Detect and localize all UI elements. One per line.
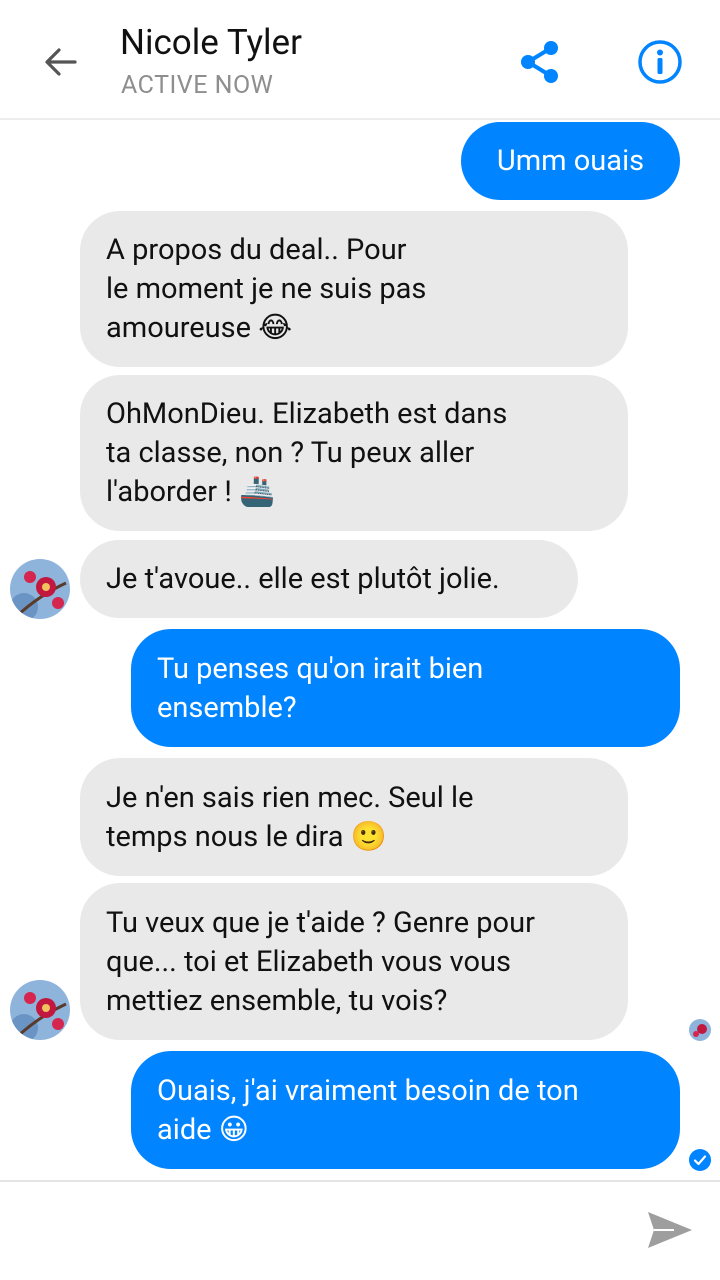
message-line: amoureuse 😂 <box>106 311 293 345</box>
message-line: mettiez ensemble, tu vois? <box>106 984 448 1018</box>
contact-name[interactable]: Nicole Tyler <box>120 22 302 63</box>
message-line: Je n'en sais rien mec. Seul le <box>106 781 474 815</box>
message-line: aide 😀 <box>157 1113 249 1147</box>
message-bubble-outgoing[interactable]: Ouais, j'ai vraiment besoin de ton aide … <box>131 1051 680 1169</box>
message-line: l'aborder ! 🚢 <box>106 475 276 509</box>
message-line: Je t'avoue.. elle est plutôt jolie. <box>106 561 500 596</box>
seen-avatar-indicator <box>689 1019 711 1041</box>
info-icon <box>638 40 682 84</box>
message-bubble-incoming[interactable]: Je t'avoue.. elle est plutôt jolie. <box>80 540 578 618</box>
message-line: le moment je ne suis pas <box>106 272 427 306</box>
message-bubble-incoming[interactable]: A propos du deal.. Pour le moment je ne … <box>80 211 628 367</box>
message-line: temps nous le dira 🙂 <box>106 820 387 854</box>
message-bubble-outgoing[interactable]: Tu penses qu'on irait bien ensemble? <box>131 629 680 747</box>
message-text: Umm ouais <box>496 143 645 178</box>
message-line: OhMonDieu. Elizabeth est dans <box>106 397 508 431</box>
send-button[interactable] <box>640 1204 700 1256</box>
send-icon <box>648 1212 692 1248</box>
back-arrow-icon <box>45 48 77 76</box>
back-button[interactable] <box>36 38 84 86</box>
message-line: ta classe, non ? Tu peux aller <box>106 436 475 470</box>
flower-avatar-image <box>10 980 70 1040</box>
share-button[interactable] <box>514 36 566 88</box>
message-line: Ouais, j'ai vraiment besoin de ton <box>157 1074 579 1108</box>
message-bubble-incoming[interactable]: OhMonDieu. Elizabeth est dans ta classe,… <box>80 375 628 531</box>
chat-header: Nicole Tyler ACTIVE NOW <box>0 0 720 120</box>
flower-avatar-image <box>10 559 70 619</box>
info-button[interactable] <box>634 36 686 88</box>
message-bubble-incoming[interactable]: Je n'en sais rien mec. Seul le temps nou… <box>80 758 628 876</box>
message-composer[interactable] <box>0 1180 720 1280</box>
delivered-check-icon <box>689 1149 711 1171</box>
contact-avatar[interactable] <box>10 980 70 1040</box>
message-line: A propos du deal.. Pour <box>106 233 407 267</box>
message-line: ensemble? <box>157 691 297 725</box>
message-bubble-incoming[interactable]: Tu veux que je t'aide ? Genre pour que..… <box>80 883 628 1040</box>
message-bubble-outgoing[interactable]: Umm ouais <box>461 122 680 200</box>
active-status: ACTIVE NOW <box>121 71 274 100</box>
message-line: Tu veux que je t'aide ? Genre pour <box>106 906 535 940</box>
message-line: que... toi et Elizabeth vous vous <box>106 945 511 979</box>
contact-avatar[interactable] <box>10 559 70 619</box>
share-icon <box>521 41 558 83</box>
message-line: Tu penses qu'on irait bien <box>157 652 484 686</box>
